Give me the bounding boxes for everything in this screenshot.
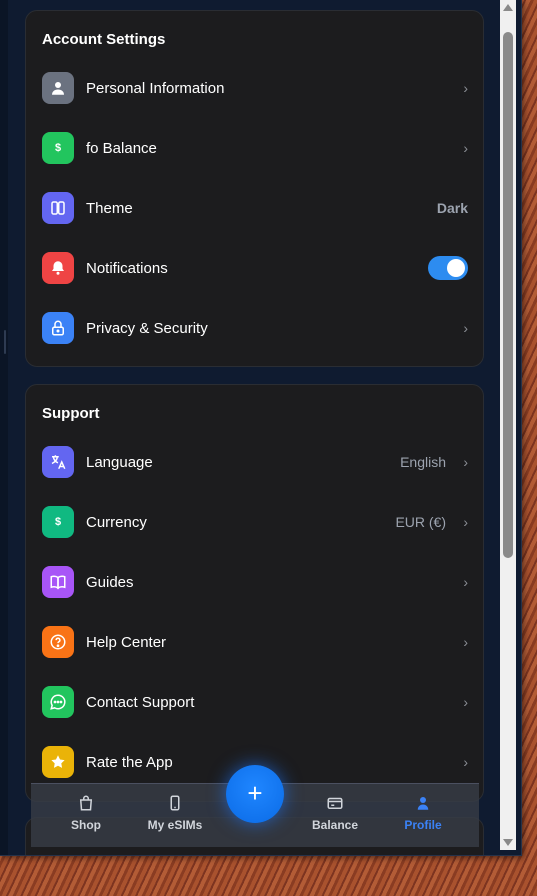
tab-balance[interactable]: Balance: [295, 794, 375, 842]
phone-icon: [170, 795, 180, 811]
tab-label: Profile: [404, 818, 442, 832]
currency-value: EUR (€): [395, 514, 446, 530]
tab-label: My eSIMs: [147, 818, 203, 832]
tab-shop[interactable]: Shop: [46, 794, 126, 842]
chevron-right-icon: ›: [463, 634, 468, 650]
scroll-thumb[interactable]: [503, 32, 513, 558]
row-label: Contact Support: [86, 693, 195, 711]
resize-handle[interactable]: [4, 330, 6, 354]
row-label: Guides: [86, 573, 134, 591]
scroll-down-icon[interactable]: [503, 839, 513, 846]
row-label: Privacy & Security: [86, 319, 208, 337]
theme-value: Dark: [436, 200, 468, 216]
notifications-toggle[interactable]: [428, 256, 468, 280]
star-icon: [42, 746, 74, 778]
row-privacy-security[interactable]: Privacy & Security ›: [42, 308, 468, 348]
row-personal-information[interactable]: Personal Information ›: [42, 68, 468, 108]
toggle-knob: [447, 259, 465, 277]
chevron-right-icon: ›: [463, 454, 468, 470]
window-left-edge: [0, 0, 8, 855]
scroll-up-icon[interactable]: [503, 4, 513, 11]
row-label: Rate the App: [86, 753, 173, 771]
chevron-right-icon: ›: [463, 754, 468, 770]
dollar-icon: $: [42, 132, 74, 164]
row-notifications[interactable]: Notifications: [42, 248, 468, 288]
plus-icon: +: [247, 778, 263, 808]
profile-icon: [417, 797, 429, 810]
user-icon: [42, 72, 74, 104]
help-icon: [42, 626, 74, 658]
support-card: Support Language English › $ Currency EU…: [25, 384, 484, 802]
tab-label: Shop: [71, 818, 101, 832]
row-help-center[interactable]: Help Center ›: [42, 622, 468, 662]
chevron-right-icon: ›: [463, 694, 468, 710]
row-guides[interactable]: Guides ›: [42, 562, 468, 602]
row-label: fo Balance: [86, 139, 157, 157]
chevron-right-icon: ›: [463, 574, 468, 590]
row-label: Personal Information: [86, 79, 225, 97]
translate-icon: [42, 446, 74, 478]
row-label: Language: [86, 453, 153, 471]
row-label: Theme: [86, 199, 133, 217]
add-button[interactable]: +: [226, 765, 284, 823]
chevron-right-icon: ›: [463, 80, 468, 96]
row-balance[interactable]: $ fo Balance ›: [42, 128, 468, 168]
bag-icon: [79, 795, 93, 811]
tab-my-esims[interactable]: My eSIMs: [135, 794, 215, 842]
book-icon: [42, 566, 74, 598]
account-settings-title: Account Settings: [42, 31, 166, 48]
row-currency[interactable]: $ Currency EUR (€) ›: [42, 502, 468, 542]
row-label: Help Center: [86, 633, 167, 651]
tab-label: Balance: [311, 818, 359, 832]
row-theme[interactable]: Theme Dark: [42, 188, 468, 228]
chevron-right-icon: ›: [463, 140, 468, 156]
app-window: Account Settings Personal Information › …: [0, 0, 522, 856]
language-value: English: [400, 454, 446, 470]
vertical-scrollbar[interactable]: [500, 0, 516, 850]
columns-icon: [42, 192, 74, 224]
wallet-icon: [327, 797, 343, 809]
dollar-icon: $: [42, 506, 74, 538]
bell-icon: [42, 252, 74, 284]
chevron-right-icon: ›: [463, 514, 468, 530]
row-label: Currency: [86, 513, 147, 531]
row-contact-support[interactable]: Contact Support ›: [42, 682, 468, 722]
account-settings-card: Account Settings Personal Information › …: [25, 10, 484, 367]
tab-profile[interactable]: Profile: [383, 794, 463, 842]
row-label: Notifications: [86, 259, 168, 277]
chevron-right-icon: ›: [463, 320, 468, 336]
lock-icon: [42, 312, 74, 344]
chat-icon: [42, 686, 74, 718]
support-title: Support: [42, 405, 100, 422]
row-language[interactable]: Language English ›: [42, 442, 468, 482]
